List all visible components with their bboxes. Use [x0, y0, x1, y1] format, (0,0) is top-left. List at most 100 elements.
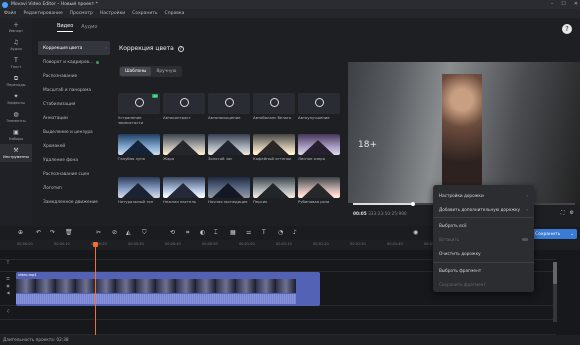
link-icon[interactable]: ⊘ — [112, 229, 117, 236]
preset-card[interactable]: Золотой час — [208, 134, 250, 162]
audio-icon[interactable]: ♪ — [293, 229, 297, 236]
text-track-icon[interactable]: T — [7, 260, 9, 265]
title-bar: Movavi Video Editor – Новый проект * – ☐… — [0, 0, 580, 9]
nav-transitions[interactable]: ⧉ Переходы — [0, 72, 32, 90]
track-header: ⚿ ◉ ◀ — [0, 276, 16, 295]
speed-icon[interactable]: ◔ — [278, 229, 283, 236]
delete-icon[interactable]: 🗑 — [65, 229, 73, 236]
color-icon[interactable]: ◐ — [200, 229, 205, 236]
tab-video[interactable]: Видео — [57, 23, 74, 32]
redo-icon[interactable]: ↷ — [50, 229, 55, 236]
preset-card[interactable]: Автоулучшение — [298, 93, 340, 121]
undo-icon[interactable]: ↶ — [36, 229, 41, 236]
panel-tabs: Видео Аудио — [32, 18, 347, 36]
playhead[interactable] — [93, 242, 98, 335]
nav-effects[interactable]: ✦ Эффекты — [0, 90, 32, 108]
text-icon[interactable]: T — [262, 229, 266, 236]
maximize-icon[interactable]: ☐ — [561, 0, 565, 9]
menu-settings[interactable]: Настройки — [100, 11, 125, 16]
menu-edit[interactable]: Редактирование — [23, 11, 62, 16]
preset-card[interactable]: Жара — [163, 134, 205, 162]
timeline-scrollbar[interactable] — [553, 262, 557, 322]
ctx-track-settings[interactable]: Настройки дорожки › — [433, 188, 534, 202]
fullscreen-icon[interactable]: ⛶ — [561, 210, 565, 216]
video-preview[interactable]: 18+ — [348, 62, 580, 203]
rotate-icon[interactable]: ⟲ — [170, 229, 175, 236]
nav-text[interactable]: T Текст — [0, 54, 32, 72]
save-button[interactable]: Сохранить ⌄ — [530, 229, 577, 239]
close-icon[interactable]: ✕ — [574, 0, 578, 9]
preset-card[interactable]: AI Устранение зернистости — [118, 93, 160, 125]
tool-annotations[interactable]: Аннотации — [38, 111, 110, 125]
menu-save[interactable]: Сохранить — [132, 11, 157, 16]
nav-tools[interactable]: ⚒ Инструменты — [0, 144, 32, 162]
tool-scene-detect[interactable]: Распознавание сцен — [38, 167, 110, 181]
seek-handle[interactable] — [410, 201, 415, 206]
gear-icon[interactable]: ⚙ — [570, 210, 574, 216]
tool-chromakey[interactable]: Хромакей — [38, 139, 110, 153]
tool-logo[interactable]: Логотип — [38, 181, 110, 195]
tool-slow-motion[interactable]: Замедленное движение — [38, 195, 110, 209]
image-icon[interactable]: ▦ — [230, 229, 236, 236]
preset-card[interactable]: Рубиновая роза — [298, 177, 340, 205]
help-icon[interactable]: ? — [562, 24, 572, 34]
ctx-paste: Вставить — [433, 233, 534, 247]
chevron-down-icon[interactable]: ⌄ — [570, 232, 574, 237]
active-dot-icon — [96, 60, 100, 64]
ctx-select-fragment[interactable]: Выбрать фрагмент — [433, 263, 534, 277]
preset-thumbnail — [253, 177, 295, 198]
preset-card[interactable]: Автобаланс белого — [253, 93, 295, 121]
preset-card[interactable]: Ночная экспедиция — [208, 177, 250, 205]
toggle-manual[interactable]: Вручную — [151, 67, 181, 76]
tool-recognition[interactable]: Распознавание — [38, 69, 110, 83]
preset-card[interactable]: Натуральный тон — [118, 177, 160, 205]
toggle-templates[interactable]: Шаблоны — [120, 67, 152, 76]
record-icon[interactable]: ◉ — [413, 229, 418, 236]
menu-view[interactable]: Просмотр — [70, 11, 93, 16]
tab-audio[interactable]: Аудио — [81, 24, 97, 30]
clip-frames — [16, 279, 296, 293]
tool-bg-removal[interactable]: Удаление фона — [38, 153, 110, 167]
tool-rotate-crop[interactable]: Поворот и кадриров... — [38, 55, 110, 69]
crop-icon[interactable]: ⌗ — [186, 229, 189, 237]
app-logo-icon — [2, 1, 8, 8]
preset-thumbnail — [118, 134, 160, 155]
add-icon[interactable]: ⊕ — [18, 229, 23, 236]
preset-card[interactable]: Персик — [253, 177, 295, 205]
tool-stabilization[interactable]: Стабилизация — [38, 97, 110, 111]
ctx-clear-track[interactable]: Очистить дорожку — [433, 247, 534, 261]
tool-pan-zoom[interactable]: Масштаб и панорама — [38, 83, 110, 97]
nav-kits[interactable]: ▣ Наборы — [0, 126, 32, 144]
help-icon[interactable]: ? — [177, 45, 184, 52]
preset-card[interactable]: Нежная пастель — [163, 177, 205, 205]
nav-audio[interactable]: ♫ Аудио — [0, 36, 32, 54]
menu-file[interactable]: Файл — [4, 11, 16, 16]
preset-card[interactable]: Автонасыщение — [208, 93, 250, 121]
minimize-icon[interactable]: – — [551, 0, 554, 9]
lock-icon[interactable]: ⚿ — [6, 276, 9, 281]
speaker-icon[interactable]: ◀ — [6, 290, 9, 295]
nav-elements[interactable]: ◍ Элементы — [0, 108, 32, 126]
video-clip[interactable]: video.mp4 — [16, 272, 320, 306]
tool-color-correction[interactable]: Коррекция цвета › — [38, 41, 110, 55]
menu-help[interactable]: Справка — [165, 11, 185, 16]
tool-highlight-censor[interactable]: Выделение и цензура — [38, 125, 110, 139]
music-track-icon[interactable]: ♫ — [6, 308, 10, 313]
preset-card[interactable]: Автоконтраст — [163, 93, 205, 121]
ctx-add-track[interactable]: Добавить дополнительную дорожку › — [433, 202, 534, 216]
scrollbar-thumb[interactable] — [553, 262, 557, 284]
eye-icon[interactable]: ◉ — [6, 283, 10, 288]
playhead-handle[interactable] — [93, 242, 98, 247]
preset-thumbnail — [253, 134, 295, 155]
tools-list: Коррекция цвета › Поворот и кадриров... Р… — [38, 41, 110, 209]
shield-icon[interactable]: ⛉ — [142, 229, 147, 237]
trim-icon[interactable]: ⌶ — [214, 229, 218, 237]
cut-icon[interactable]: ✂ — [96, 229, 101, 236]
ctx-select-all[interactable]: Выбрать всё — [433, 219, 534, 233]
nav-import[interactable]: ＋ Импорт — [0, 18, 32, 36]
preset-card[interactable]: Кофейный оттенок — [253, 134, 295, 162]
adjust-icon[interactable]: ⚌ — [246, 229, 251, 236]
preset-card[interactable]: Голубая луна — [118, 134, 160, 162]
preset-card[interactable]: Лесное озеро — [298, 134, 340, 162]
marker-icon[interactable]: ◭ — [126, 229, 131, 236]
